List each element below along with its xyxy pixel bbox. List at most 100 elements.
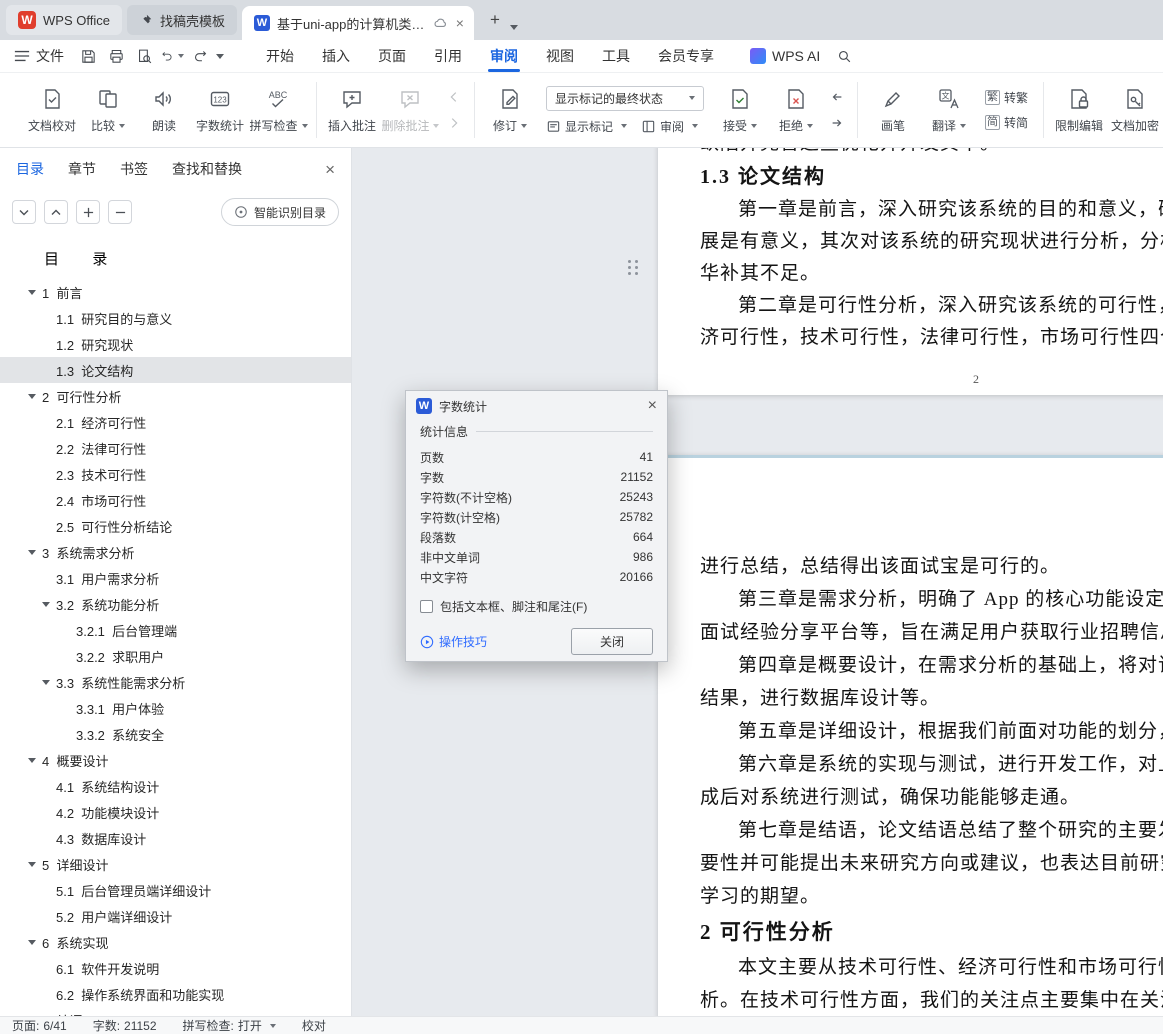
toc-item[interactable]: 3.3.1 用户体验	[0, 695, 351, 721]
prev-comment-icon[interactable]	[445, 88, 463, 106]
zoom-in-button[interactable]	[76, 200, 100, 224]
wps-ai-button[interactable]: WPS AI	[750, 48, 820, 64]
document-area[interactable]: 缺陷并完善这些优化并开发其中。 1.3 论文结构第一章是前言，深入研究该系统的目的…	[352, 148, 1163, 1016]
zoom-out-button[interactable]	[108, 200, 132, 224]
compare-button[interactable]: 比较	[80, 77, 136, 143]
quickbar-chevron-icon[interactable]	[216, 53, 224, 59]
tab-list-chevron-icon[interactable]	[509, 25, 518, 30]
tab-close-icon[interactable]: ×	[454, 15, 466, 31]
save-button[interactable]	[76, 44, 100, 68]
toc-item[interactable]: 3.2 系统功能分析	[0, 591, 351, 617]
next-revision-icon[interactable]	[828, 114, 846, 132]
menu-item-会员专享[interactable]: 会员专享	[644, 40, 728, 72]
status-word-count[interactable]: 字数: 21152	[93, 1020, 157, 1032]
sidebar-tab-章节[interactable]: 章节	[68, 159, 96, 179]
tab-template[interactable]: 找稿壳模板	[126, 5, 237, 35]
redo-button[interactable]	[188, 44, 212, 68]
prev-revision-icon[interactable]	[828, 88, 846, 106]
panel-close-icon[interactable]: ×	[325, 161, 335, 178]
toc-item[interactable]: 5.2 用户端详细设计	[0, 903, 351, 929]
toc-item[interactable]: 3.2.2 求职用户	[0, 643, 351, 669]
expand-triangle-icon[interactable]	[42, 601, 50, 607]
expand-triangle-icon[interactable]	[28, 939, 36, 945]
toc-item[interactable]: 3.2.1 后台管理端	[0, 617, 351, 643]
toc-item[interactable]: 2.5 可行性分析结论	[0, 513, 351, 539]
dialog-close-icon[interactable]: ×	[648, 398, 657, 414]
toc-item[interactable]: 6.1 软件开发说明	[0, 955, 351, 981]
checkbox-icon[interactable]	[420, 600, 433, 613]
tab-wps-office[interactable]: W WPS Office	[6, 5, 122, 35]
toc-item[interactable]: 4.1 系统结构设计	[0, 773, 351, 799]
brush-button[interactable]: 画笔	[865, 77, 921, 143]
expand-triangle-icon[interactable]	[28, 289, 36, 295]
menu-item-审阅[interactable]: 审阅	[476, 40, 532, 72]
toc-item[interactable]: 3.3 系统性能需求分析	[0, 669, 351, 695]
toc-item[interactable]: 2.1 经济可行性	[0, 409, 351, 435]
tab-document[interactable]: W 基于uni-app的计算机类面试… ×	[241, 6, 474, 40]
toc-item[interactable]: 3 系统需求分析	[0, 539, 351, 565]
status-proofread-button[interactable]: 校对	[302, 1020, 326, 1032]
review-pane-button[interactable]: 审阅	[641, 118, 698, 135]
menu-item-引用[interactable]: 引用	[420, 40, 476, 72]
proofread-button[interactable]: 文档校对	[24, 77, 80, 143]
undo-button[interactable]	[160, 44, 184, 68]
delete-comment-button[interactable]: 删除批注	[380, 77, 441, 143]
menu-item-视图[interactable]: 视图	[532, 40, 588, 72]
encrypt-button[interactable]: 文档加密	[1107, 77, 1163, 143]
toc-doc-title[interactable]: 目 录	[0, 234, 351, 279]
include-footnotes-checkbox[interactable]: 包括文本框、脚注和尾注(F)	[420, 598, 653, 615]
document-page-1[interactable]: 缺陷并完善这些优化并开发其中。 1.3 论文结构第一章是前言，深入研究该系统的目的…	[658, 148, 1163, 395]
expand-triangle-icon[interactable]	[28, 549, 36, 555]
menu-item-工具[interactable]: 工具	[588, 40, 644, 72]
document-page-2[interactable]: 进行总结，总结得出该面试宝是可行的。 第三章是需求分析，明确了 App 的核心功能…	[658, 455, 1163, 1016]
menu-item-插入[interactable]: 插入	[308, 40, 364, 72]
insert-comment-button[interactable]: 插入批注	[324, 77, 380, 143]
toc-item[interactable]: 2.2 法律可行性	[0, 435, 351, 461]
reject-button[interactable]: 拒绝	[768, 77, 824, 143]
smart-toc-button[interactable]: 智能识别目录	[220, 198, 339, 226]
accept-button[interactable]: 接受	[712, 77, 768, 143]
paragraph-drag-handle-icon[interactable]	[628, 260, 641, 279]
track-changes-button[interactable]: 修订	[482, 77, 538, 143]
toc-item[interactable]: 1.1 研究目的与意义	[0, 305, 351, 331]
toc-item[interactable]: 1.2 研究现状	[0, 331, 351, 357]
toc-item[interactable]: 2.4 市场可行性	[0, 487, 351, 513]
restrict-edit-button[interactable]: 限制编辑	[1051, 77, 1107, 143]
menu-item-页面[interactable]: 页面	[364, 40, 420, 72]
read-aloud-button[interactable]: 朗读	[136, 77, 192, 143]
print-button[interactable]	[104, 44, 128, 68]
search-icon[interactable]	[836, 48, 853, 65]
menu-item-开始[interactable]: 开始	[252, 40, 308, 72]
expand-all-button[interactable]	[44, 200, 68, 224]
toc-item[interactable]: 5 详细设计	[0, 851, 351, 877]
spell-check-button[interactable]: ABC 拼写检查	[248, 77, 309, 143]
show-markup-button[interactable]: 显示标记	[546, 118, 627, 135]
toc-item[interactable]: 5.1 后台管理员端详细设计	[0, 877, 351, 903]
markup-state-select[interactable]: 显示标记的最终状态	[545, 85, 704, 111]
toc-item[interactable]: 4.3 数据库设计	[0, 825, 351, 851]
status-spell-check[interactable]: 拼写检查: 打开	[183, 1020, 276, 1032]
translate-button[interactable]: 文 翻译	[921, 77, 977, 143]
toc-item[interactable]: 4 概要设计	[0, 747, 351, 773]
print-preview-button[interactable]	[132, 44, 156, 68]
to-traditional-button[interactable]: 繁 转繁	[984, 89, 1028, 106]
expand-triangle-icon[interactable]	[28, 861, 36, 867]
expand-triangle-icon[interactable]	[28, 393, 36, 399]
toc-item[interactable]: 3.3.2 系统安全	[0, 721, 351, 747]
word-count-button[interactable]: 123 字数统计	[192, 77, 248, 143]
sidebar-tab-目录[interactable]: 目录	[16, 159, 44, 179]
file-menu[interactable]: 文件	[14, 40, 76, 72]
next-comment-icon[interactable]	[445, 114, 463, 132]
expand-triangle-icon[interactable]	[42, 679, 50, 685]
dialog-title-bar[interactable]: W 字数统计 ×	[406, 391, 667, 421]
new-tab-button[interactable]: +	[482, 7, 508, 33]
expand-triangle-icon[interactable]	[28, 757, 36, 763]
tips-link[interactable]: 操作技巧	[420, 633, 487, 650]
toc-item[interactable]: 4.2 功能模块设计	[0, 799, 351, 825]
toc-item[interactable]: 2.3 技术可行性	[0, 461, 351, 487]
sidebar-tab-书签[interactable]: 书签	[120, 159, 148, 179]
status-page-indicator[interactable]: 页面: 6/41	[12, 1020, 67, 1032]
dialog-close-button[interactable]: 关闭	[571, 628, 653, 655]
toc-item[interactable]: 1 前言	[0, 279, 351, 305]
toc-item[interactable]: 1.3 论文结构	[0, 357, 351, 383]
